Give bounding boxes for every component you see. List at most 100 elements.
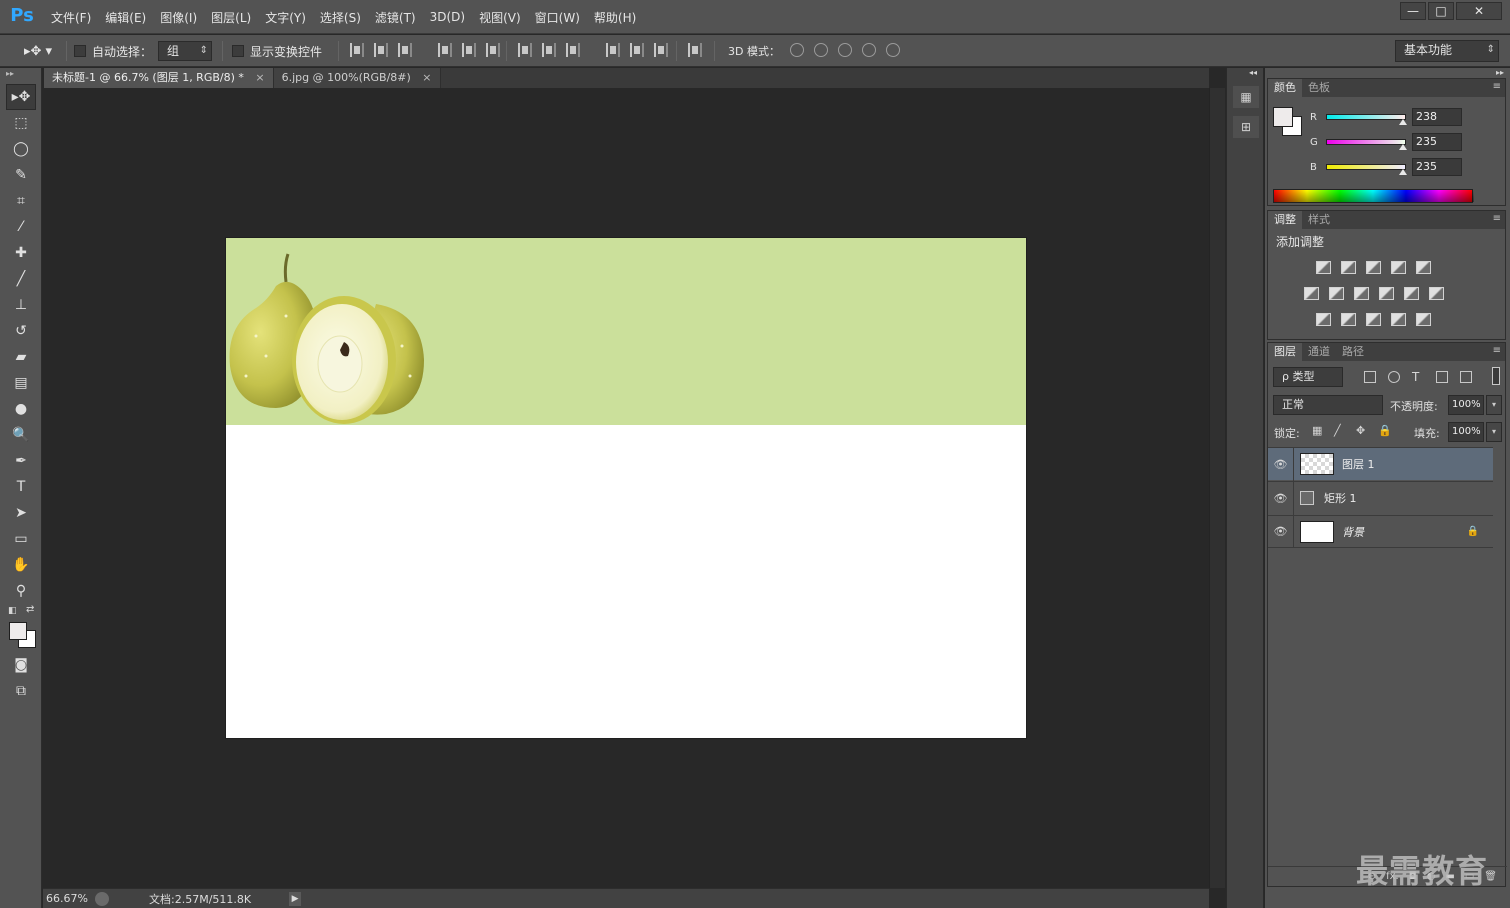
- posterize-icon[interactable]: [1341, 313, 1356, 326]
- auto-select-checkbox[interactable]: 自动选择：: [74, 35, 152, 67]
- menu-view[interactable]: 视图(V): [472, 9, 528, 26]
- brush-tool[interactable]: ╱: [6, 266, 36, 292]
- menu-image[interactable]: 图像(I): [153, 9, 204, 26]
- layer-name[interactable]: 背景: [1342, 524, 1364, 540]
- blend-mode-dropdown[interactable]: 正常: [1273, 395, 1383, 415]
- layer-row-layer-1[interactable]: 👁 图层 1: [1268, 447, 1493, 481]
- blue-value-input[interactable]: 235: [1412, 158, 1462, 176]
- lock-image-icon[interactable]: ╱: [1334, 425, 1346, 437]
- auto-select-checkbox-box[interactable]: [74, 45, 86, 57]
- marquee-tool[interactable]: ⬚: [6, 110, 36, 136]
- workspace-dropdown[interactable]: 基本功能: [1395, 40, 1499, 62]
- hand-tool[interactable]: ✋: [6, 552, 36, 578]
- red-slider[interactable]: [1326, 114, 1407, 125]
- panel-menu-icon[interactable]: ≡: [1493, 213, 1501, 224]
- properties-panel-button[interactable]: ⊞: [1233, 116, 1259, 138]
- tab-close-icon[interactable]: ×: [255, 71, 264, 84]
- exposure-icon[interactable]: [1391, 261, 1406, 274]
- distribute-left-icon[interactable]: [606, 43, 620, 57]
- distribute-vcenter-icon[interactable]: [542, 43, 556, 57]
- healing-brush-tool[interactable]: ✚: [6, 240, 36, 266]
- distribute-bottom-icon[interactable]: [566, 43, 580, 57]
- menu-3d[interactable]: 3D(D): [423, 10, 472, 24]
- menu-window[interactable]: 窗口(W): [528, 9, 587, 26]
- align-right-icon[interactable]: [486, 43, 500, 57]
- tab-channels[interactable]: 通道: [1302, 343, 1336, 361]
- invert-icon[interactable]: [1316, 313, 1331, 326]
- menu-file[interactable]: 文件(F): [44, 9, 98, 26]
- menu-filter[interactable]: 滤镜(T): [368, 9, 423, 26]
- tab-6-jpg[interactable]: 6.jpg @ 100%(RGB/8#) ×: [273, 68, 441, 88]
- tab-close-icon[interactable]: ×: [422, 71, 431, 84]
- default-colors-icon[interactable]: ◧: [8, 606, 17, 616]
- menu-layer[interactable]: 图层(L): [204, 9, 258, 26]
- distribute-right-icon[interactable]: [654, 43, 668, 57]
- brightness-contrast-icon[interactable]: [1316, 261, 1331, 274]
- photo-filter-icon[interactable]: [1379, 287, 1394, 300]
- eyedropper-tool[interactable]: ⁄: [6, 214, 36, 240]
- layer-name[interactable]: 图层 1: [1342, 456, 1375, 472]
- eraser-tool[interactable]: ▰: [6, 344, 36, 370]
- zoom-level-field[interactable]: 66.67%: [43, 892, 95, 905]
- panels-collapse-icon[interactable]: ▸▸: [1496, 68, 1504, 77]
- screen-mode-button[interactable]: ⧉: [6, 678, 36, 704]
- green-slider[interactable]: [1326, 139, 1407, 150]
- show-transform-checkbox[interactable]: 显示变换控件: [232, 35, 322, 67]
- opacity-dropdown-icon[interactable]: ▾: [1486, 395, 1502, 415]
- close-button[interactable]: ✕: [1456, 2, 1502, 20]
- scale-3d-icon[interactable]: [886, 43, 900, 57]
- vertical-scrollbar[interactable]: [1209, 88, 1225, 888]
- panel-menu-icon[interactable]: ≡: [1493, 345, 1501, 356]
- swap-colors-icon[interactable]: ⇄: [26, 604, 34, 615]
- slide-3d-icon[interactable]: [862, 43, 876, 57]
- quick-mask-button[interactable]: ◙: [6, 652, 36, 678]
- filter-adjustment-icon[interactable]: [1388, 371, 1400, 383]
- opacity-input[interactable]: 100%: [1448, 395, 1484, 415]
- filter-type-icon[interactable]: T: [1412, 371, 1424, 383]
- show-transform-checkbox-box[interactable]: [232, 45, 244, 57]
- pan-3d-icon[interactable]: [838, 43, 852, 57]
- crop-tool[interactable]: ⌗: [6, 188, 36, 214]
- status-info-icon[interactable]: [95, 891, 109, 906]
- layer-row-rectangle-1[interactable]: 👁 矩形 1: [1268, 481, 1493, 515]
- levels-icon[interactable]: [1341, 261, 1356, 274]
- pen-tool[interactable]: ✒: [6, 448, 36, 474]
- black-white-icon[interactable]: [1354, 287, 1369, 300]
- layer-filter-dropdown[interactable]: ρ 类型: [1273, 367, 1343, 387]
- align-bottom-icon[interactable]: [398, 43, 412, 57]
- align-top-icon[interactable]: [350, 43, 364, 57]
- tab-untitled-1[interactable]: 未标题-1 @ 66.7% (图层 1, RGB/8) * ×: [44, 68, 274, 88]
- menu-edit[interactable]: 编辑(E): [98, 9, 153, 26]
- quick-select-tool[interactable]: ✎: [6, 162, 36, 188]
- color-balance-icon[interactable]: [1329, 287, 1344, 300]
- filter-pixel-icon[interactable]: [1364, 371, 1376, 383]
- lock-transparent-icon[interactable]: ▦: [1312, 425, 1324, 437]
- channel-mixer-icon[interactable]: [1404, 287, 1419, 300]
- filter-shape-icon[interactable]: [1436, 371, 1448, 383]
- tab-styles[interactable]: 样式: [1302, 211, 1336, 229]
- filter-smart-object-icon[interactable]: [1460, 371, 1472, 383]
- history-brush-tool[interactable]: ↺: [6, 318, 36, 344]
- filter-toggle-switch[interactable]: [1492, 367, 1500, 385]
- selective-color-icon[interactable]: [1391, 313, 1406, 326]
- layer-row-background[interactable]: 👁 背景 🔒: [1268, 515, 1493, 548]
- status-menu-arrow-icon[interactable]: ▶: [289, 891, 302, 906]
- maximize-button[interactable]: □: [1428, 2, 1454, 20]
- move-tool[interactable]: ▸✥: [6, 84, 36, 110]
- layer-name[interactable]: 矩形 1: [1324, 490, 1357, 506]
- canvas-workspace[interactable]: [43, 88, 1209, 888]
- dodge-tool[interactable]: 🔍: [6, 422, 36, 448]
- roll-3d-icon[interactable]: [814, 43, 828, 57]
- vibrance-icon[interactable]: [1416, 261, 1431, 274]
- curves-icon[interactable]: [1366, 261, 1381, 274]
- hue-saturation-icon[interactable]: [1304, 287, 1319, 300]
- red-value-input[interactable]: 238: [1412, 108, 1462, 126]
- tab-swatches[interactable]: 色板: [1302, 79, 1336, 97]
- tab-color[interactable]: 颜色: [1268, 79, 1302, 97]
- lasso-tool[interactable]: ◯: [6, 136, 36, 162]
- align-hcenter-icon[interactable]: [462, 43, 476, 57]
- fill-dropdown-icon[interactable]: ▾: [1486, 422, 1502, 442]
- visibility-eye-icon[interactable]: 👁: [1268, 515, 1294, 548]
- color-spectrum-ramp[interactable]: [1273, 189, 1474, 203]
- minimize-button[interactable]: —: [1400, 2, 1426, 20]
